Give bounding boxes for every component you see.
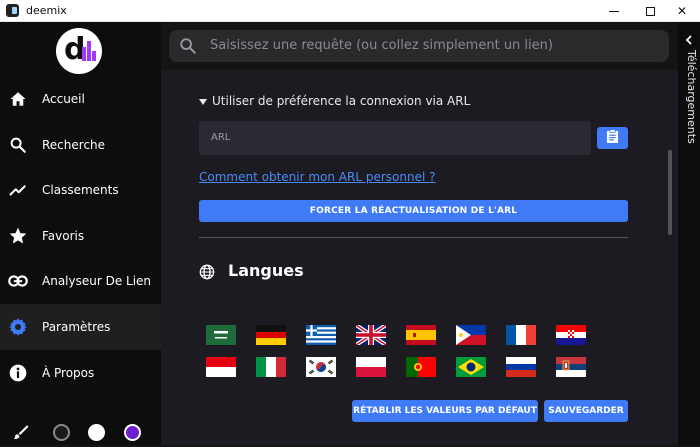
croatia-flag[interactable] [556,325,586,345]
scrollbar[interactable] [668,70,676,445]
italy-flag[interactable] [256,357,286,377]
force-refresh-arl-button[interactable]: FORCER LA RÉACTUALISATION DE L'ARL [199,200,628,222]
poland-flag[interactable] [356,357,386,377]
minimize-icon [609,10,619,12]
sidebar-item-label: Favoris [42,229,85,243]
germany-flag[interactable] [256,325,286,345]
arl-help-link[interactable]: Comment obtenir mon ARL personnel ? [199,170,435,184]
greece-flag[interactable] [306,325,336,345]
france-flag[interactable] [506,325,536,345]
sidebar-item-about[interactable]: À Propos [0,350,161,396]
sidebar-item-label: À Propos [42,366,95,380]
clipboard-icon [606,128,619,148]
globe-icon [199,264,215,284]
arl-toggle-label: Utiliser de préférence la connexion via … [212,94,471,108]
settings-content: Utiliser de préférence la connexion via … [161,70,678,445]
sidebar-item-label: Classements [42,183,119,197]
app-icon [6,4,19,17]
maximize-button[interactable] [632,0,668,22]
sidebar-item-label: Accueil [42,92,85,106]
arabic-flag[interactable] [206,325,236,345]
arl-section-toggle[interactable]: Utiliser de préférence la connexion via … [199,94,470,108]
sidebar-item-settings[interactable]: Paramètres [0,304,161,350]
search-bar[interactable]: Saisissez une requête (ou collez simplem… [169,30,669,62]
save-button[interactable]: SAUVEGARDER [544,400,628,422]
app-logo[interactable]: d [56,28,102,74]
chevron-left-icon[interactable] [684,30,694,45]
philippines-flag[interactable] [456,325,486,345]
serbia-flag[interactable] [556,357,586,377]
paste-arl-button[interactable] [597,127,628,149]
korea-flag[interactable] [306,357,336,377]
arl-placeholder: ARL [211,132,231,143]
home-icon [8,89,28,109]
search-icon [8,135,28,155]
section-divider [199,237,628,238]
maximize-icon [645,6,655,16]
search-input[interactable]: Saisissez une requête (ou collez simplem… [210,38,553,53]
sidebar-item-home[interactable]: Accueil [0,76,161,122]
downloads-panel[interactable]: Téléchargements [678,22,700,445]
logo-bars [82,41,96,61]
downloads-label: Téléchargements [685,50,698,144]
title-bar: deemix ✕ [0,0,700,22]
sidebar-item-label: Recherche [42,138,106,152]
close-button[interactable]: ✕ [664,0,700,22]
info-icon [8,363,28,383]
scrollbar-thumb[interactable] [668,150,672,235]
sidebar: d Accueil Recherche Classements Favoris … [0,22,161,445]
sidebar-item-label: Paramètres [42,320,111,334]
sidebar-item-label: Analyseur De Lien [42,274,152,288]
theme-dark-option[interactable] [53,424,70,441]
window-title: deemix [26,4,67,17]
link-icon [8,271,28,291]
portugal-flag[interactable] [406,357,436,377]
theme-purple-option[interactable] [124,424,141,441]
arl-input[interactable]: ARL [199,121,591,155]
theme-selector [0,417,161,447]
main-panel: Saisissez une requête (ou collez simplem… [161,22,678,445]
brazil-flag[interactable] [456,357,486,377]
gear-icon [8,317,28,337]
reset-defaults-button[interactable]: RÉTABLIR LES VALEURS PAR DÉFAUT [352,400,538,422]
brush-icon [12,423,30,445]
languages-title: Langues [228,261,304,280]
star-icon [8,226,28,246]
sidebar-item-search[interactable]: Recherche [0,122,161,168]
sidebar-item-charts[interactable]: Classements [0,167,161,213]
app-window: deemix ✕ d Accueil Recherche Classements… [0,0,700,445]
theme-light-option[interactable] [88,424,105,441]
search-icon [179,37,197,55]
indonesia-flag[interactable] [206,357,236,377]
uk-flag[interactable] [356,325,386,345]
spain-flag[interactable] [406,325,436,345]
trending-icon [8,180,28,200]
close-icon: ✕ [676,4,688,18]
minimize-button[interactable] [596,0,632,22]
sidebar-item-favorites[interactable]: Favoris [0,213,161,259]
russia-flag[interactable] [506,357,536,377]
sidebar-item-link-analyzer[interactable]: Analyseur De Lien [0,258,161,304]
caret-down-icon [199,98,207,105]
